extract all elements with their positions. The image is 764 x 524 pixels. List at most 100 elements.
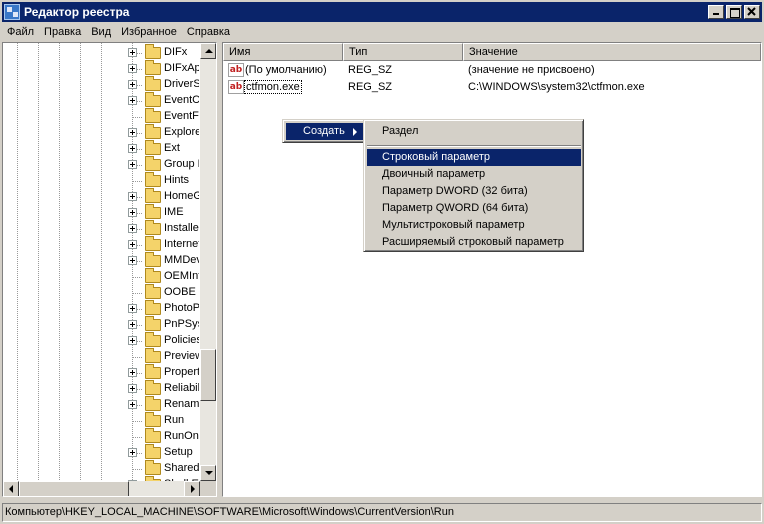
menu-item-create[interactable]: Создать bbox=[286, 123, 363, 140]
tree-item[interactable]: Reliability bbox=[3, 380, 199, 397]
expand-plus-icon[interactable] bbox=[128, 400, 137, 409]
value-name-edit-field[interactable]: ctfmon.exe bbox=[244, 80, 302, 94]
folder-icon bbox=[145, 140, 161, 155]
scroll-right-button[interactable] bbox=[184, 481, 200, 496]
folder-icon bbox=[145, 444, 161, 459]
menu-view[interactable]: Вид bbox=[86, 26, 116, 38]
menu-help[interactable]: Справка bbox=[182, 26, 235, 38]
menu-item-new-binary-value[interactable]: Двоичный параметр bbox=[367, 166, 581, 183]
tree-item-label: SharedDLLs bbox=[164, 462, 199, 474]
tree-item[interactable]: Explorer bbox=[3, 124, 199, 141]
folder-icon bbox=[145, 156, 161, 171]
menu-item-new-dword-value[interactable]: Параметр DWORD (32 бита) bbox=[367, 183, 581, 200]
column-header-type[interactable]: Тип bbox=[343, 43, 463, 61]
tree-connector-line bbox=[133, 181, 143, 182]
scroll-left-button[interactable] bbox=[3, 481, 19, 496]
tree-item[interactable]: MMDevices bbox=[3, 252, 199, 269]
tree-connector-line bbox=[133, 293, 143, 294]
scroll-up-button[interactable] bbox=[200, 43, 216, 59]
tree-item-label: Installer bbox=[164, 222, 199, 234]
tree-item[interactable]: Setup bbox=[3, 444, 199, 461]
tree-item[interactable]: OEMInformation bbox=[3, 268, 199, 285]
tree-item[interactable]: DriverSearching bbox=[3, 76, 199, 93]
registry-tree-pane[interactable]: DIFx DIFxApp DriverSearching EventCollector… bbox=[2, 42, 217, 497]
expand-plus-icon[interactable] bbox=[128, 256, 137, 265]
expand-plus-icon[interactable] bbox=[128, 48, 137, 57]
maximize-button[interactable] bbox=[726, 5, 742, 19]
create-submenu: Раздел Строковый параметр Двоичный парам… bbox=[363, 119, 584, 252]
registry-tree: DIFx DIFxApp DriverSearching EventCollector… bbox=[3, 43, 199, 481]
tree-item[interactable]: Installer bbox=[3, 220, 199, 237]
tree-item-label: Run bbox=[164, 414, 185, 426]
tree-item[interactable]: IME bbox=[3, 204, 199, 221]
tree-item-label: Policies bbox=[164, 334, 199, 346]
tree-item[interactable]: SharedDLLs bbox=[3, 460, 199, 477]
expand-plus-icon[interactable] bbox=[128, 448, 137, 457]
expand-plus-icon[interactable] bbox=[128, 160, 137, 169]
expand-plus-icon[interactable] bbox=[128, 304, 137, 313]
menu-item-new-string-value[interactable]: Строковый параметр bbox=[367, 149, 581, 166]
title-bar[interactable]: Редактор реестра bbox=[2, 2, 762, 22]
expand-plus-icon[interactable] bbox=[128, 208, 137, 217]
tree-connector-line bbox=[133, 357, 143, 358]
tree-item[interactable]: Hints bbox=[3, 172, 199, 189]
tree-item-label: DIFx bbox=[164, 46, 188, 58]
tree-item[interactable]: Group Policy bbox=[3, 156, 199, 173]
menu-item-new-qword-value[interactable]: Параметр QWORD (64 бита) bbox=[367, 200, 581, 217]
tree-item[interactable]: Ext bbox=[3, 140, 199, 157]
tree-horizontal-scrollbar[interactable] bbox=[3, 481, 200, 496]
tree-item-label: OEMInformation bbox=[164, 270, 199, 282]
tree-item[interactable]: Run bbox=[3, 412, 199, 429]
scroll-down-button[interactable] bbox=[200, 465, 216, 481]
expand-plus-icon[interactable] bbox=[128, 368, 137, 377]
column-header-name[interactable]: Имя bbox=[223, 43, 343, 61]
close-button[interactable] bbox=[744, 5, 760, 19]
expand-plus-icon[interactable] bbox=[128, 336, 137, 345]
folder-icon bbox=[145, 252, 161, 267]
expand-plus-icon[interactable] bbox=[128, 384, 137, 393]
tree-item[interactable]: PreviewHandlers bbox=[3, 348, 199, 365]
value-row[interactable]: ab (По умолчанию) REG_SZ (значение не пр… bbox=[223, 62, 761, 79]
column-header-value[interactable]: Значение bbox=[463, 43, 761, 61]
value-row[interactable]: ab ctfmon.exe REG_SZ C:\WINDOWS\system32… bbox=[223, 79, 761, 96]
folder-icon bbox=[145, 300, 161, 315]
tree-item[interactable]: RunOnce bbox=[3, 428, 199, 445]
folder-icon bbox=[145, 396, 161, 411]
tree-item-label: Hints bbox=[164, 174, 190, 186]
expand-plus-icon[interactable] bbox=[128, 144, 137, 153]
tree-item[interactable]: Internet Settings bbox=[3, 236, 199, 253]
tree-item[interactable]: Policies bbox=[3, 332, 199, 349]
tree-item[interactable]: OOBE bbox=[3, 284, 199, 301]
tree-item[interactable]: PropertySystem bbox=[3, 364, 199, 381]
values-list-pane[interactable]: Имя Тип Значение ab (По умолчанию) REG_S… bbox=[222, 42, 762, 497]
horizontal-scroll-thumb[interactable] bbox=[19, 481, 129, 496]
menu-file[interactable]: Файл bbox=[2, 26, 39, 38]
expand-plus-icon[interactable] bbox=[128, 128, 137, 137]
tree-item[interactable]: DIFxApp bbox=[3, 60, 199, 77]
expand-plus-icon[interactable] bbox=[128, 192, 137, 201]
tree-item-label: MMDevices bbox=[164, 254, 199, 266]
expand-plus-icon[interactable] bbox=[128, 80, 137, 89]
expand-plus-icon[interactable] bbox=[128, 240, 137, 249]
tree-item[interactable]: RenameFiles bbox=[3, 396, 199, 413]
menu-favorites[interactable]: Избранное bbox=[116, 26, 182, 38]
tree-item[interactable]: DIFx bbox=[3, 44, 199, 61]
tree-item[interactable]: PhotoPropertyHandler bbox=[3, 300, 199, 317]
tree-item[interactable]: HomeGroup bbox=[3, 188, 199, 205]
expand-plus-icon[interactable] bbox=[128, 320, 137, 329]
tree-item[interactable]: PnPSysprep bbox=[3, 316, 199, 333]
menu-edit[interactable]: Правка bbox=[39, 26, 86, 38]
menu-item-new-expandable-string-value[interactable]: Расширяемый строковый параметр bbox=[367, 234, 581, 251]
tree-item[interactable]: EventForwarding bbox=[3, 108, 199, 125]
tree-vertical-scrollbar[interactable] bbox=[200, 43, 216, 481]
scroll-thumb[interactable] bbox=[200, 349, 216, 401]
expand-plus-icon[interactable] bbox=[128, 224, 137, 233]
minimize-button[interactable] bbox=[708, 5, 724, 19]
menu-item-new-multistring-value[interactable]: Мультистроковый параметр bbox=[367, 217, 581, 234]
menu-item-new-key[interactable]: Раздел bbox=[367, 123, 581, 140]
tree-item[interactable]: EventCollector bbox=[3, 92, 199, 109]
close-icon bbox=[747, 7, 756, 16]
expand-plus-icon[interactable] bbox=[128, 96, 137, 105]
folder-icon bbox=[145, 364, 161, 379]
expand-plus-icon[interactable] bbox=[128, 64, 137, 73]
